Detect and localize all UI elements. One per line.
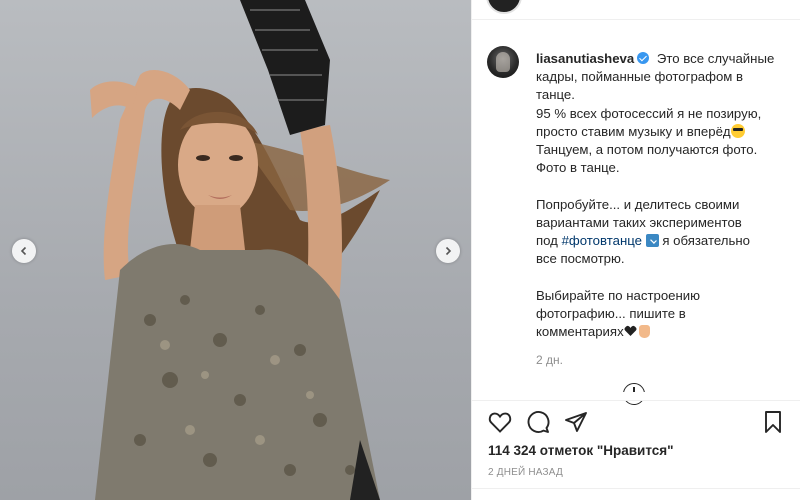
save-button[interactable] [759, 408, 787, 436]
post-sidebar: liasanutiasheva Это все случайные кадры,… [471, 0, 800, 500]
verified-badge-icon [637, 52, 650, 64]
chevron-left-icon [20, 246, 27, 256]
chevron-right-icon [445, 246, 452, 256]
caption-line: все посмотрю. [536, 251, 625, 267]
previous-photo-button[interactable] [12, 239, 36, 263]
comment-button[interactable] [524, 408, 552, 436]
photo-illustration [90, 0, 390, 500]
caption-line: фотографию... пишите в [536, 305, 686, 321]
caption-line: я обязательно [662, 233, 750, 249]
caption-timestamp[interactable]: 2 дн. [536, 351, 798, 369]
action-bar [486, 408, 791, 436]
pointing-hand-emoji-icon [638, 325, 650, 339]
comment-box-divider [472, 488, 800, 489]
hashtag-link[interactable]: #фотовтанце [562, 233, 642, 248]
next-photo-button[interactable] [436, 239, 460, 263]
header-avatar[interactable] [486, 0, 522, 14]
caption-line: Это все случайные [656, 51, 775, 66]
caption-line: комментариях [536, 324, 624, 340]
caption-line: Танцуем, а потом получаются фото. [536, 142, 758, 158]
username-link[interactable]: liasanutiasheva [536, 51, 634, 66]
caption-line: вариантами таких экспериментов [536, 214, 742, 230]
share-button[interactable] [562, 408, 590, 436]
caption-line: Попробуйте... и делитесь своими [536, 196, 740, 212]
caption-line: 95 % всех фотосессий я не позирую, [536, 105, 762, 121]
black-heart-emoji-icon [624, 325, 637, 337]
caption-line: под [536, 233, 558, 249]
like-button[interactable] [486, 408, 514, 436]
header-divider [472, 19, 800, 20]
sunglasses-emoji-icon [730, 123, 745, 138]
avatar[interactable] [487, 46, 519, 78]
heart-outline-icon [488, 412, 512, 433]
post-date[interactable]: 2 ДНЕЙ НАЗАД [488, 467, 563, 478]
caption-text: liasanutiasheva Это все случайные кадры,… [536, 50, 798, 369]
paper-plane-icon [565, 412, 587, 432]
comment-bubble-icon [527, 411, 550, 433]
download-emoji-icon [645, 234, 659, 248]
caption-line: танце. [536, 87, 575, 103]
likes-count[interactable]: 114 324 отметок "Нравится" [488, 443, 674, 458]
caption-line: просто ставим музыку и вперёд [536, 123, 731, 139]
instagram-post: liasanutiasheva Это все случайные кадры,… [0, 0, 800, 500]
bookmark-icon [765, 411, 781, 433]
caption-line: кадры, пойманные фотографом в [536, 69, 744, 85]
actions-divider [472, 400, 800, 401]
caption-line: Выбирайте по настроению [536, 287, 701, 303]
post-photo[interactable] [0, 0, 471, 500]
caption-line: Фото в танце. [536, 160, 620, 176]
comments-clip [472, 392, 800, 400]
